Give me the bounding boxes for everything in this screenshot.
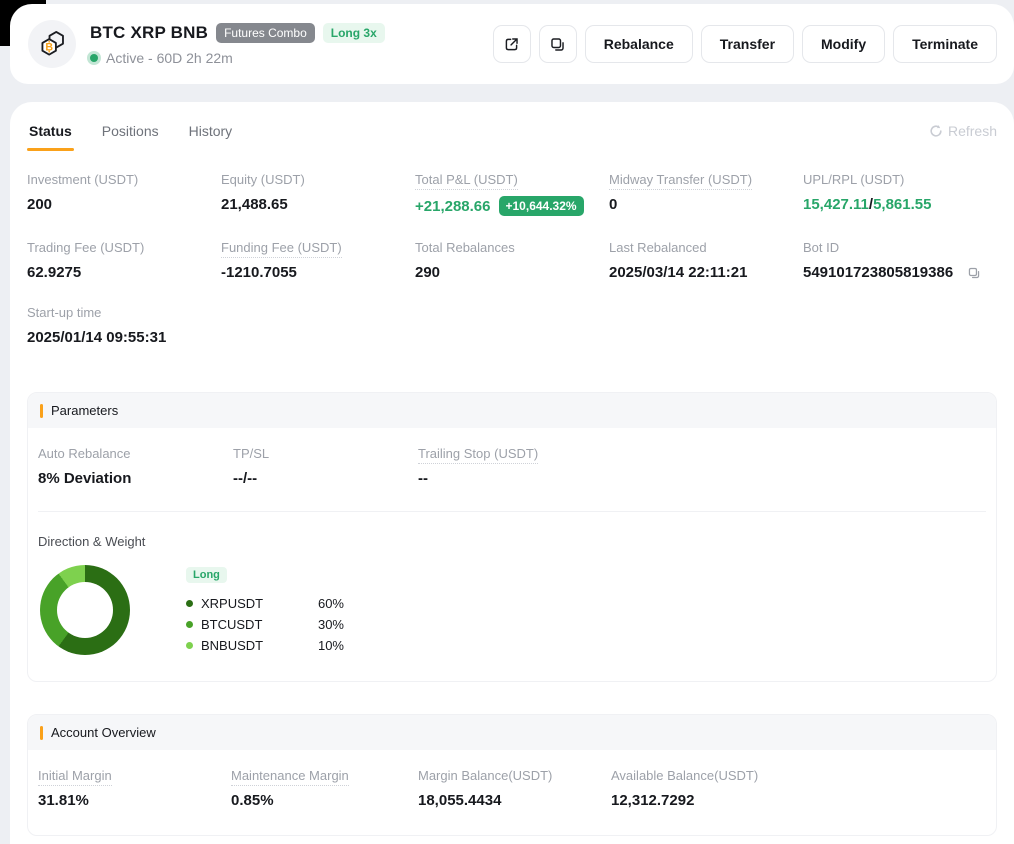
refresh-button[interactable]: Refresh: [929, 123, 997, 139]
terminate-button[interactable]: Terminate: [893, 25, 997, 63]
copy-bot-id-button[interactable]: [967, 266, 981, 280]
total-pnl-tooltip-label[interactable]: Total P&L (USDT): [415, 172, 518, 190]
bot-id-value: 549101723805819386: [803, 264, 953, 281]
param-auto-rebalance: Auto Rebalance 8% Deviation: [38, 446, 233, 487]
stat-margin-balance: Margin Balance(USDT) 18,055.4434: [418, 768, 611, 809]
direction-weight-chart: [40, 565, 130, 655]
upl-value: 15,427.11: [803, 196, 869, 213]
legend-item: BNBUSDT 10%: [186, 638, 344, 653]
direction-weight-title: Direction & Weight: [38, 534, 986, 549]
modify-button[interactable]: Modify: [802, 25, 885, 63]
active-status-dot: [90, 54, 98, 62]
external-link-icon: [503, 36, 520, 53]
parameters-section-title: Parameters: [51, 403, 118, 418]
legend-dot: [186, 642, 193, 649]
parameters-section-header: Parameters: [28, 393, 996, 428]
trailing-stop-tooltip-label[interactable]: Trailing Stop (USDT): [418, 446, 538, 464]
stat-maintenance-margin: Maintenance Margin 0.85%: [231, 768, 418, 809]
account-overview-title: Account Overview: [51, 725, 156, 740]
duplicate-bot-button[interactable]: [539, 25, 577, 63]
parameters-section: Parameters Auto Rebalance 8% Deviation T…: [27, 392, 997, 682]
bot-detail-card: Status Positions History Refresh Investm…: [10, 102, 1014, 844]
stat-startup-time: Start-up time 2025/01/14 09:55:31: [27, 305, 221, 346]
status-runtime-text: Active - 60D 2h 22m: [106, 50, 233, 66]
open-external-button[interactable]: [493, 25, 531, 63]
stat-total-rebalances: Total Rebalances 290: [415, 240, 609, 281]
active-tab-underline: [27, 148, 74, 151]
legend-dot: [186, 600, 193, 607]
param-trailing-stop: Trailing Stop (USDT) --: [418, 446, 986, 487]
stat-initial-margin: Initial Margin 31.81%: [38, 768, 231, 809]
account-overview-section: Account Overview Initial Margin 31.81% M…: [27, 714, 997, 836]
status-stats-grid: Investment (USDT) 200 Equity (USDT) 21,4…: [27, 172, 997, 346]
rpl-value: 5,861.55: [873, 196, 931, 213]
stat-equity: Equity (USDT) 21,488.65: [221, 172, 415, 216]
bot-type-badge: Futures Combo: [216, 23, 315, 43]
initial-margin-tooltip-label[interactable]: Initial Margin: [38, 768, 112, 786]
pnl-percent-badge: +10,644.32%: [499, 196, 584, 216]
copy-icon: [967, 266, 981, 280]
stat-total-pnl: Total P&L (USDT) +21,288.66 +10,644.32%: [415, 172, 609, 216]
hexagon-bitcoin-icon: B: [35, 27, 69, 61]
maintenance-margin-tooltip-label[interactable]: Maintenance Margin: [231, 768, 349, 786]
bot-header-card: B BTC XRP BNB Futures Combo Long 3x Acti…: [10, 4, 1014, 84]
legend-item: BTCUSDT 30%: [186, 617, 344, 632]
stat-bot-id: Bot ID 549101723805819386: [803, 240, 997, 281]
stat-investment: Investment (USDT) 200: [27, 172, 221, 216]
midway-transfer-tooltip-label[interactable]: Midway Transfer (USDT): [609, 172, 752, 190]
tab-positions[interactable]: Positions: [100, 123, 161, 151]
tab-bar: Status Positions History Refresh: [27, 123, 997, 151]
direction-weight-legend: Long XRPUSDT 60% BTCUSDT 30% BNBUSDT: [186, 565, 344, 653]
orange-accent-bar: [40, 726, 43, 740]
section-divider: [38, 511, 986, 512]
refresh-label: Refresh: [948, 123, 997, 139]
rebalance-button[interactable]: Rebalance: [585, 25, 693, 63]
stat-last-rebalanced: Last Rebalanced 2025/03/14 22:11:21: [609, 240, 803, 281]
refresh-icon: [929, 124, 943, 138]
account-overview-header: Account Overview: [28, 715, 996, 750]
funding-fee-tooltip-label[interactable]: Funding Fee (USDT): [221, 240, 342, 258]
total-pnl-value: +21,288.66: [415, 198, 491, 215]
long-side-badge: Long: [186, 567, 227, 583]
stat-upl-rpl: UPL/RPL (USDT) 15,427.11/5,861.55: [803, 172, 997, 216]
stat-funding-fee: Funding Fee (USDT) -1210.7055: [221, 240, 415, 281]
bot-title: BTC XRP BNB: [90, 23, 208, 43]
tab-status[interactable]: Status: [27, 123, 74, 151]
copy-icon: [549, 36, 566, 53]
stat-midway-transfer: Midway Transfer (USDT) 0: [609, 172, 803, 216]
stat-trading-fee: Trading Fee (USDT) 62.9275: [27, 240, 221, 281]
tab-history[interactable]: History: [187, 123, 235, 151]
leverage-badge: Long 3x: [323, 23, 385, 43]
donut-hole: [57, 582, 113, 638]
legend-dot: [186, 621, 193, 628]
transfer-button[interactable]: Transfer: [701, 25, 794, 63]
bot-logo: B: [28, 20, 76, 68]
stat-available-balance: Available Balance(USDT) 12,312.7292: [611, 768, 986, 809]
legend-item: XRPUSDT 60%: [186, 596, 344, 611]
param-tp-sl: TP/SL --/--: [233, 446, 418, 487]
orange-accent-bar: [40, 404, 43, 418]
